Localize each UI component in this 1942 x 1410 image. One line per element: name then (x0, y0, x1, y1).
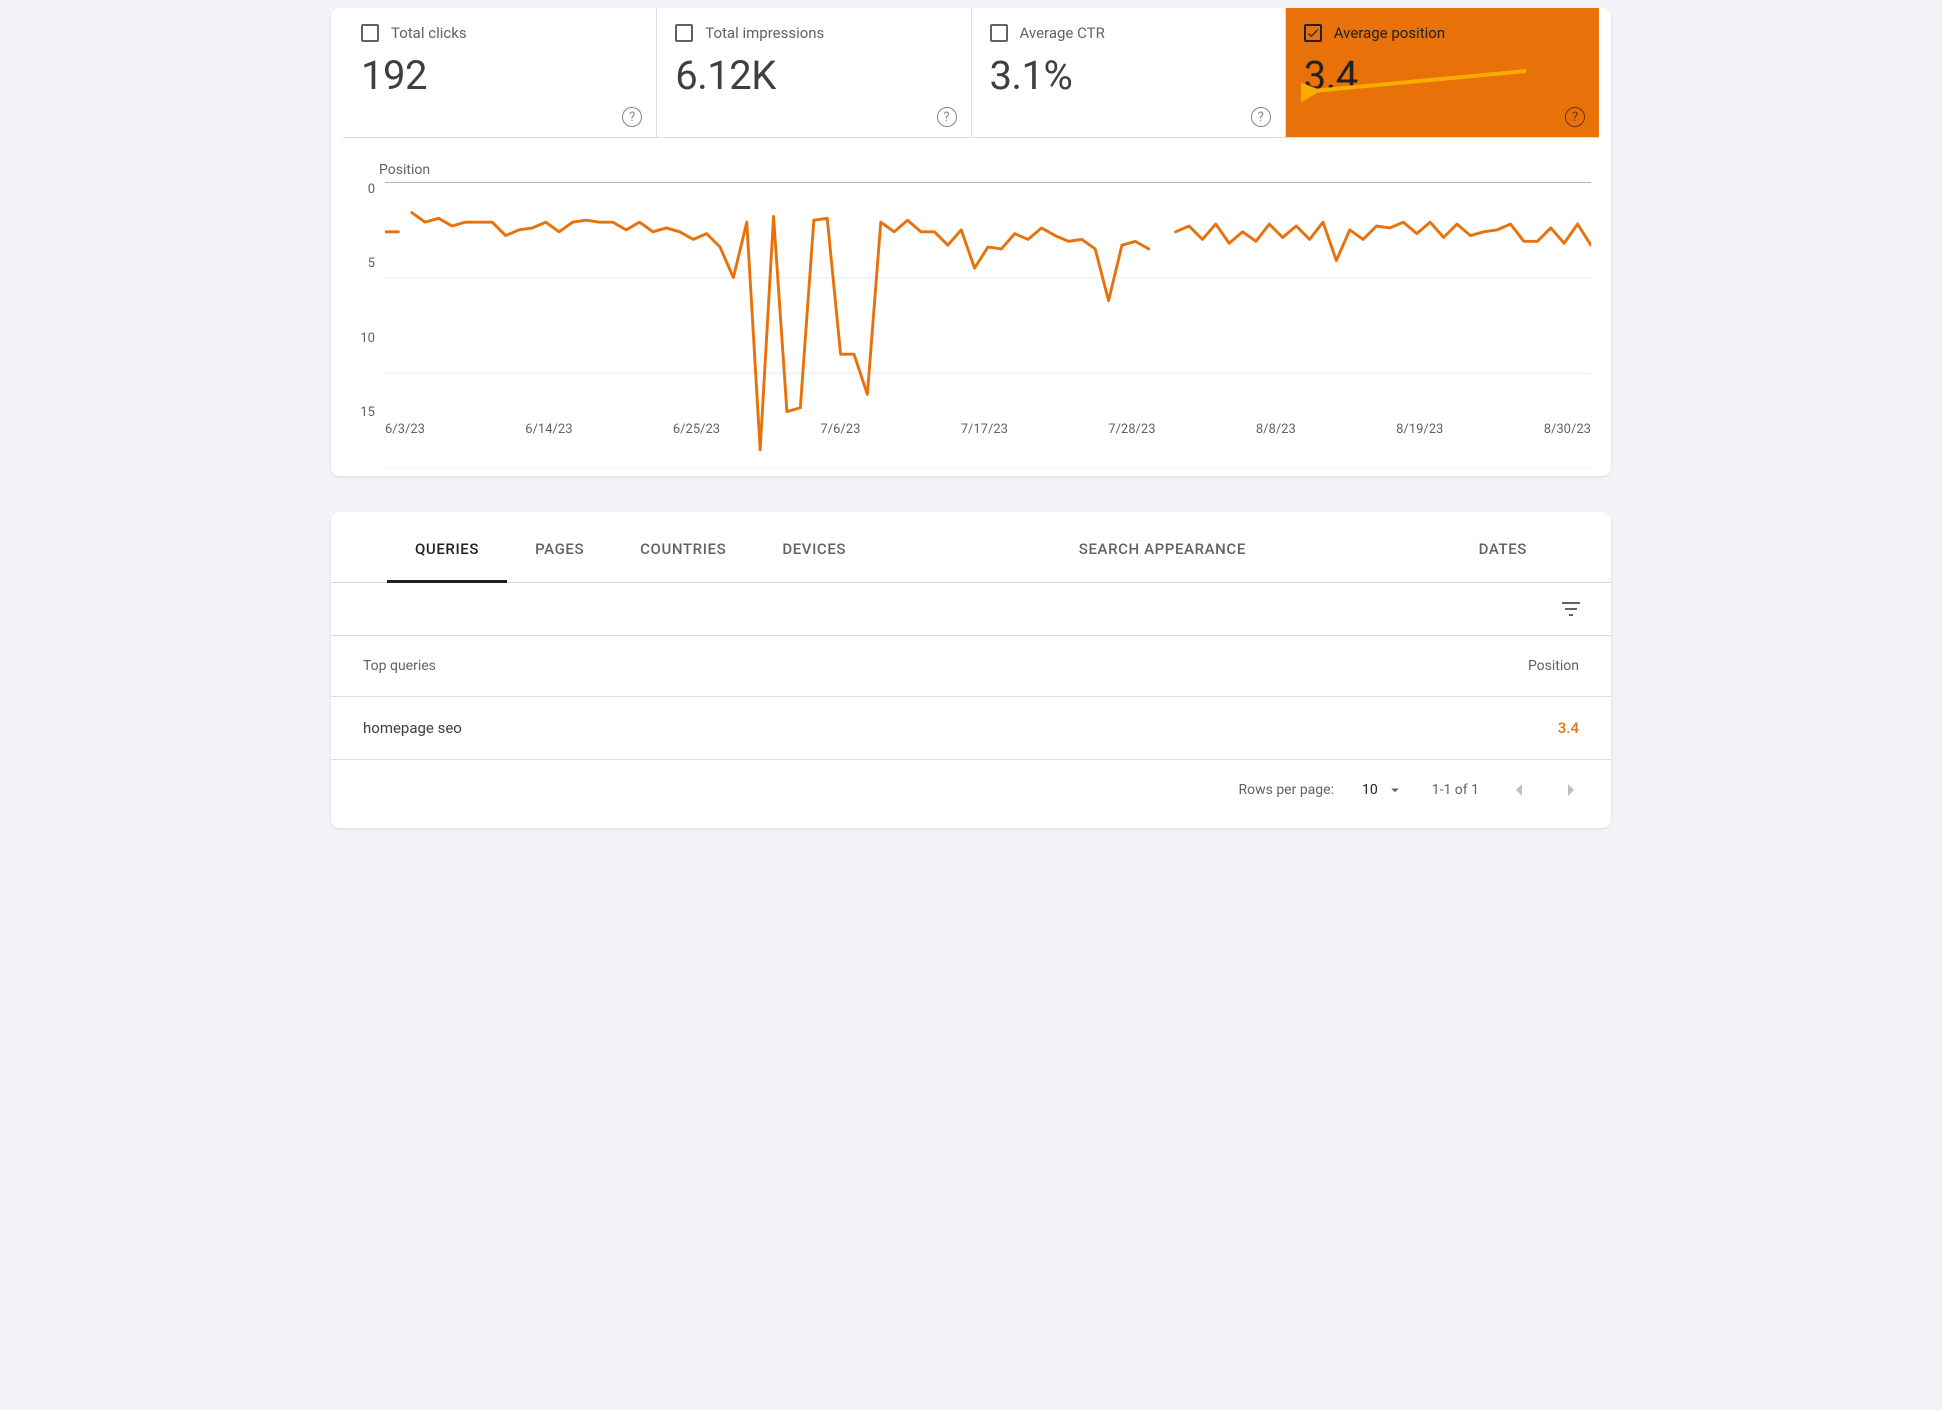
checkbox-icon[interactable] (675, 24, 693, 42)
metric-average-ctr[interactable]: Average CTR 3.1% ? (972, 8, 1286, 137)
metric-value: 192 (361, 52, 638, 99)
x-tick: 6/3/23 (385, 422, 425, 442)
table-row[interactable]: homepage seo 3.4 (331, 697, 1611, 760)
next-page-icon[interactable] (1559, 778, 1583, 802)
metric-total-clicks[interactable]: Total clicks 192 ? (343, 8, 657, 137)
metric-label: Total clicks (391, 24, 467, 42)
table-header-queries: Top queries (363, 658, 436, 674)
x-tick: 7/28/23 (1108, 422, 1155, 442)
tab-dates[interactable]: DATES (1451, 512, 1555, 582)
metric-label: Average CTR (1020, 24, 1105, 42)
x-tick: 7/6/23 (820, 422, 860, 442)
metric-average-position[interactable]: Average position 3.4 ? (1286, 8, 1599, 137)
rows-per-page-label: Rows per page: (1238, 782, 1333, 798)
y-tick: 0 (351, 182, 375, 197)
chart-area: Position 0 5 10 15 6/3/23 6/14/23 6/25/2… (331, 138, 1611, 454)
help-icon[interactable]: ? (1251, 107, 1271, 127)
performance-card: Total clicks 192 ? Total impressions 6.1… (331, 8, 1611, 476)
x-tick: 7/17/23 (961, 422, 1008, 442)
queries-card: QUERIES PAGES COUNTRIES DEVICES SEARCH A… (331, 512, 1611, 828)
x-tick: 8/8/23 (1256, 422, 1296, 442)
tab-pages[interactable]: PAGES (507, 512, 612, 582)
pager-range: 1-1 of 1 (1432, 782, 1479, 798)
prev-page-icon[interactable] (1507, 778, 1531, 802)
tabs-row: QUERIES PAGES COUNTRIES DEVICES SEARCH A… (331, 512, 1611, 583)
checkbox-checked-icon[interactable] (1304, 24, 1322, 42)
tab-search-appearance[interactable]: SEARCH APPEARANCE (874, 512, 1451, 582)
help-icon[interactable]: ? (937, 107, 957, 127)
metric-value: 3.1% (990, 52, 1267, 99)
help-icon[interactable]: ? (622, 107, 642, 127)
tab-countries[interactable]: COUNTRIES (612, 512, 754, 582)
query-cell: homepage seo (363, 719, 462, 737)
metric-row: Total clicks 192 ? Total impressions 6.1… (343, 8, 1599, 138)
position-cell: 3.4 (1558, 719, 1579, 737)
dropdown-icon (1386, 781, 1404, 799)
x-tick: 8/30/23 (1544, 422, 1591, 442)
filter-icon[interactable] (1559, 597, 1583, 621)
rows-per-page-value: 10 (1362, 782, 1378, 798)
chart-y-axis-title: Position (379, 162, 1591, 178)
tab-queries[interactable]: QUERIES (387, 512, 507, 583)
table-header: Top queries Position (331, 636, 1611, 697)
rows-per-page-select[interactable]: 10 (1362, 781, 1404, 799)
chart-y-ticks: 0 5 10 15 (351, 182, 375, 420)
x-tick: 6/14/23 (525, 422, 572, 442)
y-tick: 15 (351, 405, 375, 420)
table-pager: Rows per page: 10 1-1 of 1 (331, 760, 1611, 828)
metric-value: 6.12K (675, 52, 952, 99)
metric-value: 3.4 (1304, 52, 1581, 99)
table-header-position: Position (1528, 658, 1579, 674)
x-tick: 8/19/23 (1396, 422, 1443, 442)
checkbox-icon[interactable] (361, 24, 379, 42)
x-tick: 6/25/23 (673, 422, 720, 442)
y-tick: 10 (351, 331, 375, 346)
metric-label: Average position (1334, 24, 1445, 42)
metric-total-impressions[interactable]: Total impressions 6.12K ? (657, 8, 971, 137)
y-tick: 5 (351, 256, 375, 271)
tab-devices[interactable]: DEVICES (754, 512, 874, 582)
chart-x-ticks: 6/3/23 6/14/23 6/25/23 7/6/23 7/17/23 7/… (385, 422, 1591, 442)
metric-label: Total impressions (705, 24, 824, 42)
filter-row (331, 583, 1611, 636)
checkbox-icon[interactable] (990, 24, 1008, 42)
help-icon[interactable]: ? (1565, 107, 1585, 127)
